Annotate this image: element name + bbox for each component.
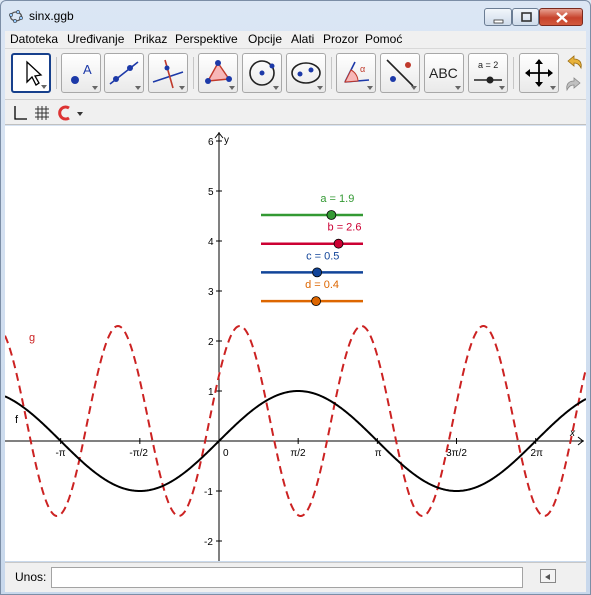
input-bar: Unos: <box>5 562 586 592</box>
slider-b-handle[interactable] <box>333 238 344 249</box>
line-tool[interactable] <box>104 53 144 93</box>
function-g-curve[interactable] <box>5 324 586 518</box>
ellipse-tool[interactable] <box>286 53 326 93</box>
minimize-icon <box>493 19 504 24</box>
reflect-tool[interactable] <box>380 53 420 93</box>
menu-perspektive[interactable]: Perspektive <box>175 32 238 46</box>
maximize-button[interactable] <box>512 8 539 26</box>
axes-toggle-icon[interactable] <box>11 104 29 122</box>
redo-icon[interactable] <box>564 75 584 93</box>
x-tick-label: -π/2 <box>129 448 148 459</box>
y-tick-label: -1 <box>204 487 213 498</box>
dropdown-arrow-icon[interactable] <box>75 104 85 122</box>
undo-icon[interactable] <box>564 53 584 71</box>
slider-a-label: a = 1.9 <box>320 193 354 205</box>
triangle-left-icon <box>545 574 550 580</box>
menu-prikaz[interactable]: Prikaz <box>134 32 167 46</box>
menu-datoteka[interactable]: Datoteka <box>10 32 58 46</box>
slider-c-label: c = 0.5 <box>306 250 339 262</box>
y-tick-label: 6 <box>208 137 214 148</box>
text-tool[interactable]: ABC <box>424 53 464 93</box>
menu-prozor[interactable]: Prozor <box>323 32 358 46</box>
y-tick-label: -2 <box>204 537 213 548</box>
svg-text:A: A <box>83 62 92 77</box>
menu-pomoc[interactable]: Pomoć <box>365 32 402 46</box>
style-bar <box>5 99 586 125</box>
slider-icon-label: a = 2 <box>478 60 499 70</box>
y-tick-label: 2 <box>208 337 214 348</box>
angle-tool[interactable]: α <box>336 53 376 93</box>
input-label: Unos: <box>15 570 47 584</box>
y-tick-label: 3 <box>208 287 214 298</box>
maximize-icon <box>521 12 532 22</box>
point-tool[interactable]: A <box>61 53 101 93</box>
graphics-canvas[interactable]: y x -π -π/2 0 π/2 π 3π/2 2π 654321-1-2 g f a =… <box>5 126 586 561</box>
geogebra-app-icon <box>9 10 23 23</box>
x-tick-label: -π <box>55 448 65 459</box>
move-graphics-tool[interactable] <box>519 53 559 93</box>
input-field[interactable] <box>51 567 523 588</box>
slider-b-label: b = 2.6 <box>328 222 362 234</box>
x-tick-label: 3π/2 <box>446 448 467 459</box>
menu-uredivanje[interactable]: Uređivanje <box>67 32 124 46</box>
menu-alati[interactable]: Alati <box>291 32 314 46</box>
minimize-button[interactable] <box>484 8 512 26</box>
y-tick-label: 4 <box>208 237 214 248</box>
slider-d-label: d = 0.4 <box>305 279 339 291</box>
toolbar: A α ABC a = 2 <box>5 49 586 99</box>
slider-a-handle[interactable] <box>326 210 337 220</box>
window-title: sinx.ggb <box>29 9 74 23</box>
polygon-tool[interactable] <box>198 53 238 93</box>
point-capturing-icon[interactable] <box>57 104 75 122</box>
app-window: sinx.ggb Datoteka Uređivanje Prikaz Pers… <box>0 0 591 595</box>
y-tick-label: 1 <box>208 387 214 398</box>
close-icon <box>556 12 568 23</box>
input-help-button[interactable] <box>540 569 556 583</box>
svg-text:α: α <box>360 64 365 74</box>
menu-opcije[interactable]: Opcije <box>248 32 282 46</box>
slider-d-handle[interactable] <box>311 296 321 307</box>
x-tick-label: π/2 <box>290 448 306 459</box>
function-f-label[interactable]: f <box>15 414 19 426</box>
x-tick-label: 2π <box>530 448 543 459</box>
close-button[interactable] <box>539 8 583 26</box>
perpendicular-tool[interactable] <box>148 53 188 93</box>
menu-bar: Datoteka Uređivanje Prikaz Perspektive O… <box>5 31 586 49</box>
graphics-view[interactable]: y x -π -π/2 0 π/2 π 3π/2 2π 6 5 4 3 2 1 -1 -2 g f a =… <box>5 126 586 561</box>
slider-tool[interactable]: a = 2 <box>468 53 508 93</box>
function-g-label[interactable]: g <box>29 332 35 344</box>
circle-tool[interactable] <box>242 53 282 93</box>
x-tick-label: π <box>375 448 382 459</box>
slider-c-handle[interactable] <box>312 267 323 278</box>
grid-toggle-icon[interactable] <box>33 104 51 122</box>
title-bar: sinx.ggb <box>1 1 590 31</box>
x-tick-label: 0 <box>223 448 229 459</box>
text-icon: ABC <box>429 65 458 81</box>
y-tick-label: 5 <box>208 187 214 198</box>
move-tool[interactable] <box>11 53 51 93</box>
y-axis-label: y <box>224 135 229 146</box>
